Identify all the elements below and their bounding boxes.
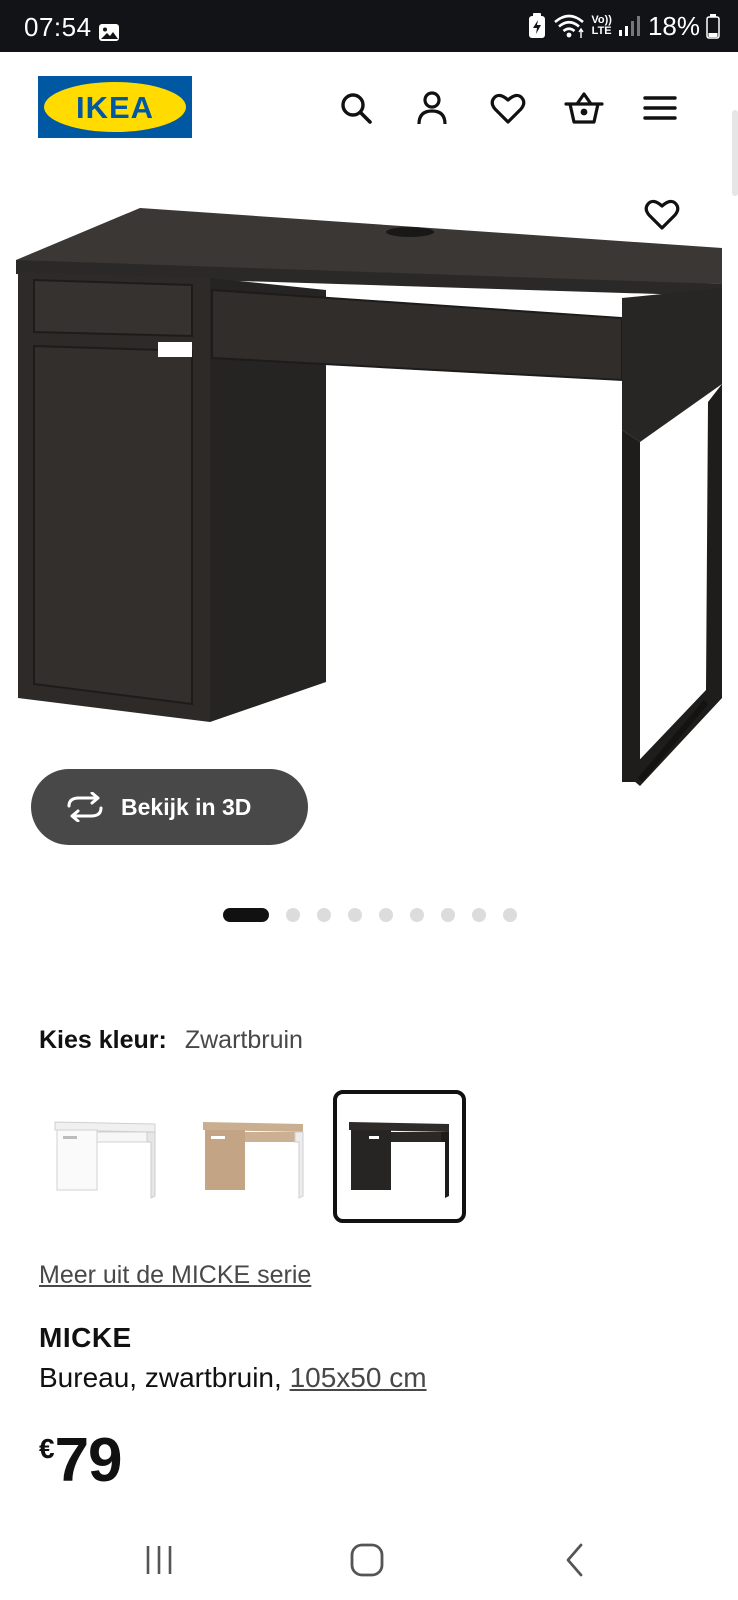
back-icon [566, 1543, 583, 1577]
rotate-3d-icon [65, 787, 105, 827]
series-link[interactable]: Meer uit de MICKE serie [39, 1261, 311, 1290]
carousel-dot[interactable] [503, 908, 517, 922]
color-label: Kies kleur: [39, 1026, 167, 1054]
heart-icon [644, 199, 680, 230]
heart-icon [490, 93, 526, 124]
back-button[interactable] [540, 1532, 610, 1588]
carousel-dot[interactable] [379, 908, 393, 922]
color-option-black-brown[interactable] [333, 1090, 466, 1223]
product-description: Bureau, zwartbruin, 105x50 cm [39, 1362, 427, 1394]
site-header: IKEA [0, 52, 738, 162]
view-in-3d-label: Bekijk in 3D [121, 793, 252, 820]
status-bar: 07:54 Vo)) LTE 18% [0, 0, 738, 52]
color-selector-heading: Kies kleur: Zwartbruin [39, 1026, 303, 1055]
recent-apps-icon [146, 1546, 172, 1574]
menu-icon [643, 96, 677, 120]
product-description-text: Bureau, zwartbruin, [39, 1362, 290, 1393]
recent-apps-button[interactable] [124, 1532, 194, 1588]
view-in-3d-button[interactable]: Bekijk in 3D [31, 769, 308, 845]
carousel-dot[interactable] [441, 908, 455, 922]
image-carousel-dots [223, 905, 534, 925]
desk-thumbnail-white [54, 1120, 155, 1199]
price-amount: 79 [54, 1426, 123, 1495]
wifi-icon [554, 14, 585, 38]
volte-indicator: Vo)) LTE [591, 14, 612, 37]
system-navigation-bar [0, 1520, 738, 1600]
home-icon [350, 1543, 384, 1577]
battery-icon [706, 14, 720, 39]
signal-icon [618, 16, 640, 36]
selected-color-value: Zwartbruin [184, 1026, 303, 1054]
desk-thumbnail-oak [202, 1121, 303, 1199]
add-to-wishlist-button[interactable] [638, 190, 686, 238]
menu-button[interactable] [636, 84, 684, 132]
carousel-dot[interactable] [472, 908, 486, 922]
wishlist-button[interactable] [484, 84, 532, 132]
gallery-notification-icon [99, 24, 119, 41]
color-option-oak[interactable] [187, 1090, 320, 1223]
search-icon [341, 93, 372, 124]
color-option-white[interactable] [39, 1090, 172, 1223]
carousel-dot[interactable] [317, 908, 331, 922]
desk-thumbnail-black-brown [348, 1121, 449, 1198]
home-button[interactable] [332, 1532, 402, 1588]
price-currency: € [39, 1433, 55, 1464]
cart-button[interactable] [560, 84, 608, 132]
search-button[interactable] [332, 84, 380, 132]
status-time: 07:54 [24, 12, 92, 42]
carousel-dot[interactable] [223, 908, 269, 922]
battery-saver-icon [529, 13, 546, 38]
status-indicators: Vo)) LTE 18% [527, 10, 720, 42]
cart-icon [564, 92, 604, 124]
svg-text:IKEA: IKEA [76, 90, 154, 125]
carousel-dot[interactable] [410, 908, 424, 922]
product-name: MICKE [39, 1322, 132, 1353]
carousel-dot[interactable] [286, 908, 300, 922]
battery-percent: 18% [647, 10, 700, 41]
product-image-desk[interactable] [0, 162, 738, 862]
account-icon [417, 91, 447, 125]
product-size-link[interactable]: 105x50 cm [290, 1362, 427, 1393]
product-price: € 79 [39, 1425, 123, 1496]
carousel-dot[interactable] [348, 908, 362, 922]
account-button[interactable] [408, 84, 456, 132]
ikea-logo[interactable]: IKEA [38, 76, 192, 138]
